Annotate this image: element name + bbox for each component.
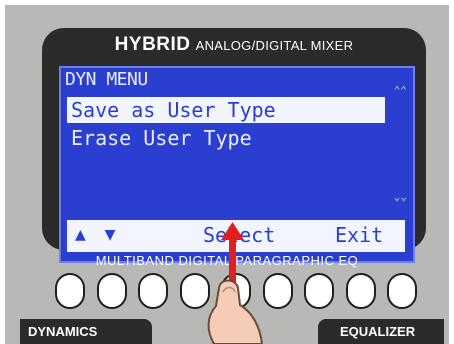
red-up-arrow-icon	[221, 222, 244, 288]
hand-pointer-icon	[207, 279, 264, 344]
pointer-overlay	[207, 222, 264, 344]
